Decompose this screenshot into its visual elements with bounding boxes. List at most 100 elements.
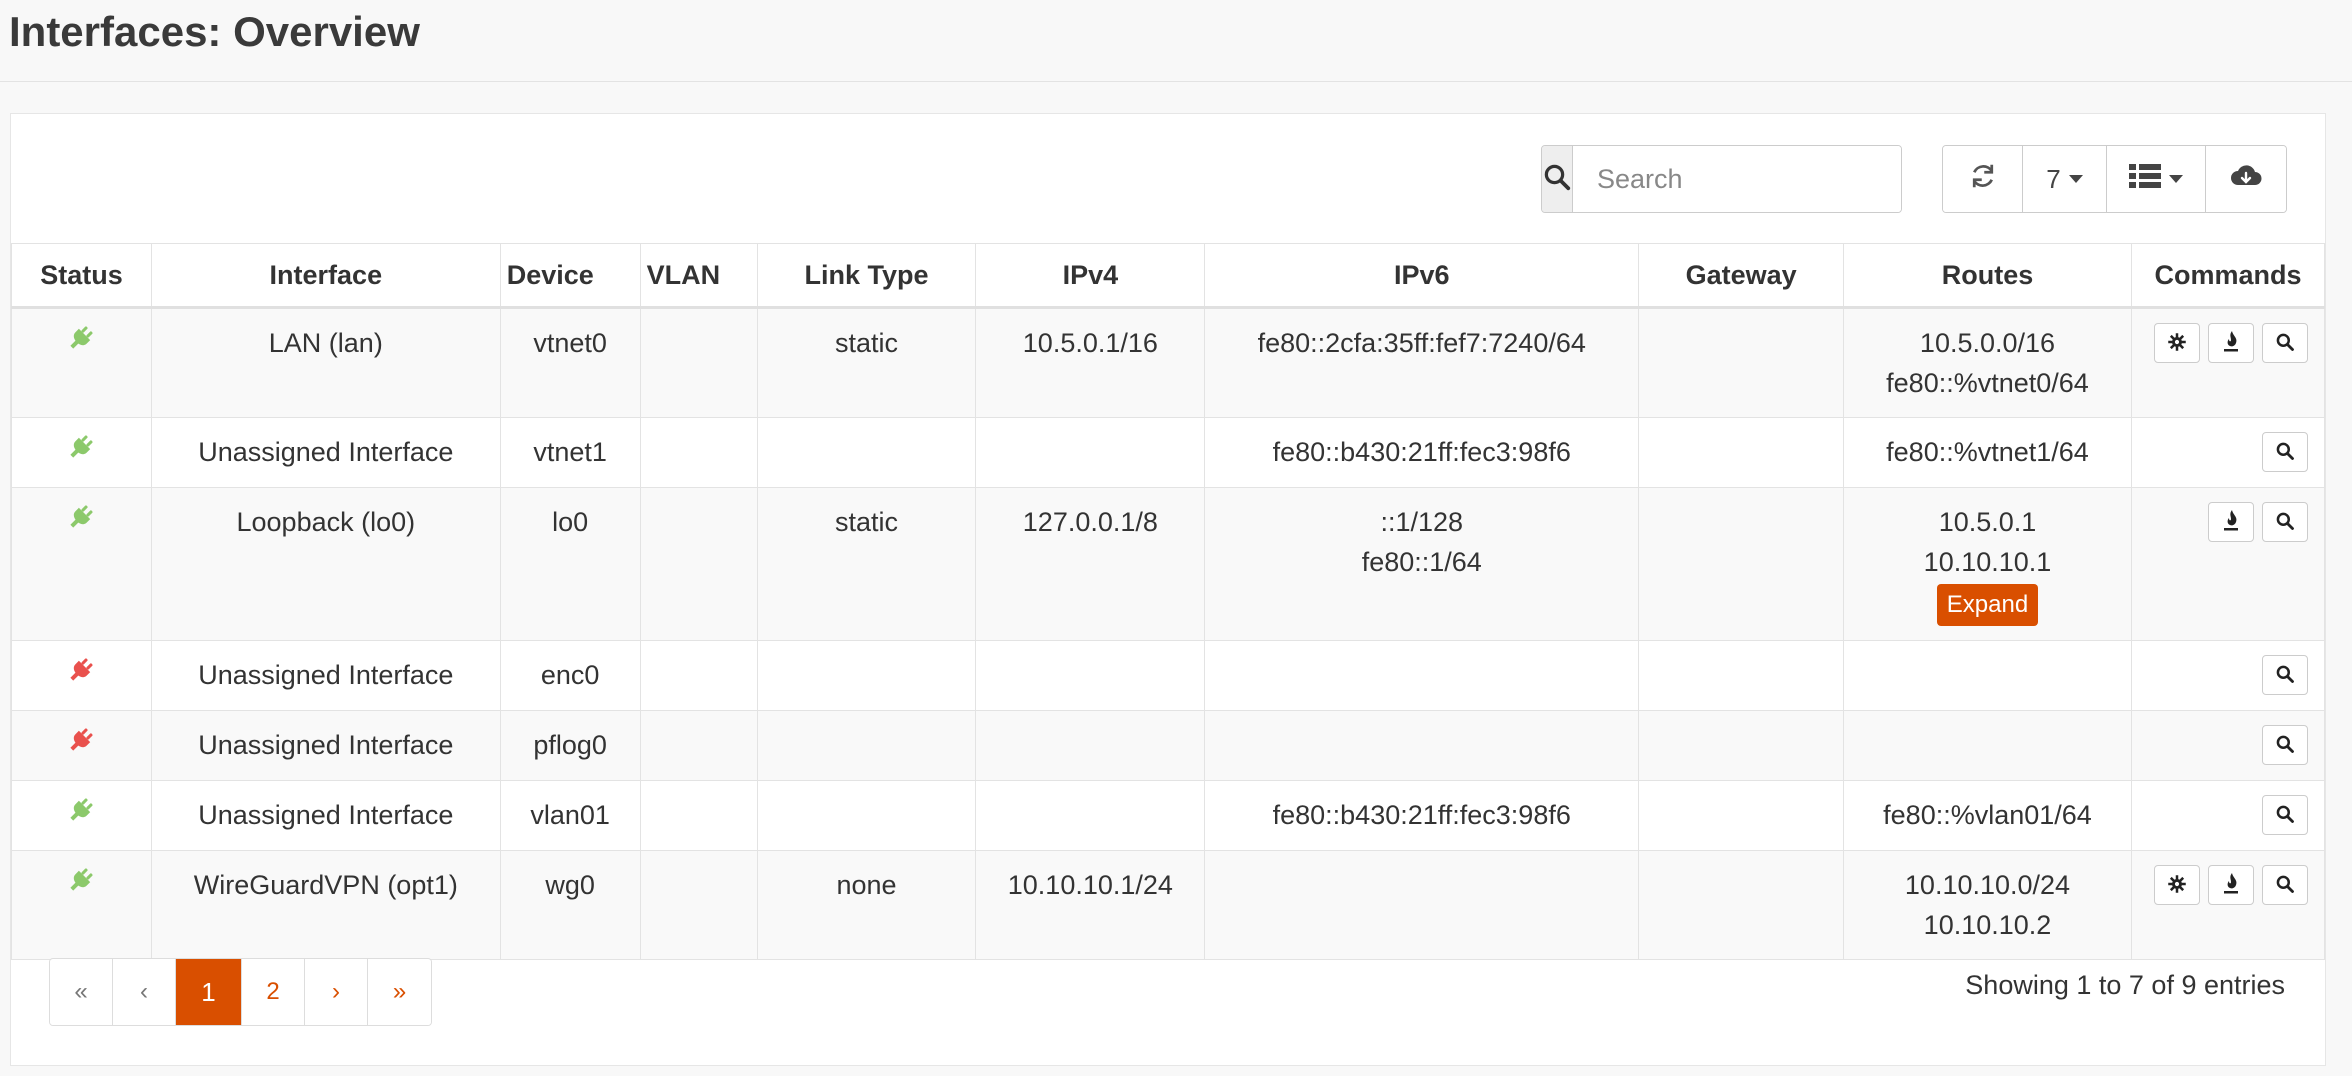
link-type-cell: [756, 710, 977, 781]
fire-icon: [2221, 865, 2241, 905]
chevron-down-icon: [2068, 175, 2083, 183]
search-input[interactable]: [1573, 146, 1901, 212]
device-cell: vtnet0: [499, 307, 641, 418]
route-entry: 10.10.10.1: [1923, 547, 2052, 577]
device-cell: vtnet1: [499, 417, 641, 488]
inspect-button[interactable]: [2262, 655, 2308, 695]
ipv4-cell: [975, 710, 1206, 781]
search-addon: [1542, 146, 1573, 212]
fire-icon: [2221, 502, 2241, 542]
link-type-cell: static: [756, 307, 977, 418]
page-title: Interfaces: Overview: [9, 7, 420, 55]
link-type-cell: [756, 780, 977, 851]
status-cell: [11, 780, 152, 851]
columns-dropdown[interactable]: [2107, 146, 2206, 212]
interface-cell: Unassigned Interface: [150, 780, 501, 851]
chevron-down-icon: [2169, 175, 2183, 183]
column-header[interactable]: IPv4: [975, 243, 1206, 309]
configure-button[interactable]: [2154, 323, 2200, 363]
ipv4-cell: 127.0.0.1/8: [975, 487, 1206, 641]
vlan-cell: [639, 307, 758, 418]
device-cell: enc0: [499, 640, 641, 711]
columns-list-icon: [2129, 163, 2161, 196]
routes-cell: fe80::%vtnet1/64: [1843, 417, 2132, 488]
vlan-cell: [639, 780, 758, 851]
table-row: Unassigned Interface enc0: [11, 640, 2326, 711]
ipv4-cell: 10.5.0.1/16: [975, 307, 1206, 418]
page-1-button[interactable]: 1: [176, 959, 242, 1025]
route-entry: 10.5.0.1: [1938, 507, 2037, 537]
gateway-cell: [1638, 487, 1845, 641]
page-size-dropdown[interactable]: 7: [2023, 146, 2107, 212]
cloud-download-icon: [2230, 163, 2262, 196]
table-actions: 7: [1942, 145, 2287, 213]
inspect-button[interactable]: [2262, 502, 2308, 542]
column-header[interactable]: Gateway: [1638, 243, 1845, 309]
ipv6-cell: fe80::2cfa:35ff:fef7:7240/64: [1204, 307, 1640, 418]
firewall-rules-button[interactable]: [2208, 502, 2254, 542]
gateway-cell: [1638, 640, 1845, 711]
page-2-button[interactable]: 2: [242, 959, 305, 1025]
gear-icon: [2167, 323, 2187, 363]
column-header[interactable]: VLAN: [639, 243, 758, 309]
firewall-rules-button[interactable]: [2208, 323, 2254, 363]
page-first-button[interactable]: «: [50, 959, 113, 1025]
page-next-button[interactable]: ›: [305, 959, 368, 1025]
ipv4-cell: [975, 640, 1206, 711]
ipv6-address: fe80::b430:21ff:fec3:98f6: [1272, 800, 1571, 830]
device-cell: lo0: [499, 487, 641, 641]
status-cell: [11, 710, 152, 781]
configure-button[interactable]: [2154, 865, 2200, 905]
firewall-rules-button[interactable]: [2208, 865, 2254, 905]
routes-cell: [1843, 640, 2132, 711]
vlan-cell: [639, 417, 758, 488]
search-icon: [2275, 795, 2295, 835]
device-cell: wg0: [499, 850, 641, 960]
page-last-button[interactable]: »: [368, 959, 431, 1025]
expand-routes-button[interactable]: Expand: [1936, 584, 2039, 626]
inspect-button[interactable]: [2262, 432, 2308, 472]
pagination: « ‹ 1 2 › »: [49, 958, 432, 1026]
refresh-button[interactable]: [1943, 146, 2023, 212]
column-header[interactable]: Routes: [1843, 243, 2132, 309]
ipv6-cell: fe80::b430:21ff:fec3:98f6: [1204, 417, 1640, 488]
status-cell: [11, 417, 152, 488]
gateway-cell: [1638, 417, 1845, 488]
plug-connected-icon: [66, 326, 96, 359]
page-header: Interfaces: Overview: [0, 0, 2352, 82]
inspect-button[interactable]: [2262, 795, 2308, 835]
search-group: [1541, 145, 1902, 213]
ipv6-address: fe80::2cfa:35ff:fef7:7240/64: [1257, 328, 1586, 358]
ipv6-cell: [1204, 640, 1640, 711]
interface-cell: Unassigned Interface: [150, 417, 501, 488]
search-icon: [2275, 725, 2295, 765]
column-header[interactable]: Device: [499, 243, 641, 309]
column-header[interactable]: Interface: [150, 243, 501, 309]
page-prev-button[interactable]: ‹: [113, 959, 176, 1025]
device-cell: vlan01: [499, 780, 641, 851]
status-cell: [11, 487, 152, 641]
ipv6-cell: fe80::b430:21ff:fec3:98f6: [1204, 780, 1640, 851]
routes-cell: 10.10.10.0/24 10.10.10.2: [1843, 850, 2132, 960]
search-icon: [2275, 655, 2295, 695]
column-header[interactable]: Link Type: [756, 243, 977, 309]
inspect-button[interactable]: [2262, 323, 2308, 363]
interface-cell: Unassigned Interface: [150, 640, 501, 711]
vlan-cell: [639, 710, 758, 781]
search-icon: [2275, 502, 2295, 542]
column-header[interactable]: Commands: [2130, 243, 2326, 309]
commands-cell: [2130, 780, 2326, 851]
export-button[interactable]: [2206, 146, 2286, 212]
vlan-cell: [639, 487, 758, 641]
refresh-icon: [1968, 161, 1998, 198]
column-header[interactable]: Status: [11, 243, 152, 309]
inspect-button[interactable]: [2262, 865, 2308, 905]
ipv6-cell: [1204, 850, 1640, 960]
column-header[interactable]: IPv6: [1204, 243, 1640, 309]
commands-cell: [2130, 710, 2326, 781]
ipv6-address: fe80::1/64: [1361, 547, 1482, 577]
inspect-button[interactable]: [2262, 725, 2308, 765]
interface-cell: WireGuardVPN (opt1): [150, 850, 501, 960]
plug-disconnected-icon: [66, 658, 96, 691]
plug-connected-icon: [66, 435, 96, 468]
